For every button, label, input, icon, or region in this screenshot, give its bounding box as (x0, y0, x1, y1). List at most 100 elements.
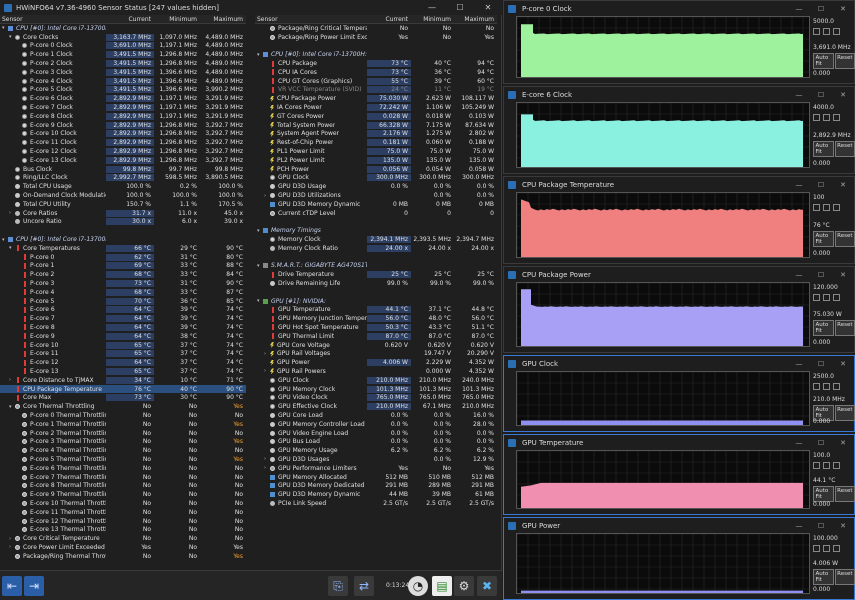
reset-button[interactable]: Reset (834, 569, 855, 586)
close-button[interactable]: ✕ (832, 522, 854, 530)
sensor-list-right[interactable]: Sensor Current Minimum Maximum Package/R… (255, 15, 497, 570)
expand-right-icon[interactable]: ⇥ (24, 576, 44, 596)
sensor-row[interactable]: GPU Memory Junction Temperature56.0 °C48… (255, 314, 497, 323)
sensor-row[interactable]: Drive Temperature 25 °C 25 °C 25 °C (255, 270, 497, 279)
reset-button[interactable]: Reset (834, 140, 855, 157)
sensor-row[interactable]: P-core 3 Thermal Throttling No No Yes (0, 437, 246, 446)
graph-window-e-core-6-clock[interactable]: E-core 6 Clock — ☐ ✕ 4000.0 2,892.9 MHz Auto F… (503, 86, 855, 174)
graph-tool-icon[interactable] (813, 28, 820, 35)
graph-window-cpu-package-temperature[interactable]: CPU Package Temperature — ☐ ✕ 100 76 °C Auto F… (503, 176, 855, 264)
graph-tool-icon[interactable] (813, 545, 820, 552)
sensor-row[interactable]: E-core 6 Thermal Throttling No No No (0, 464, 246, 473)
auto-fit-button[interactable]: Auto Fit (813, 230, 834, 247)
sensor-row[interactable]: › GPU D3D Utilizations 0.0 % 0.0 % (255, 191, 497, 200)
col-current[interactable]: Current (106, 16, 154, 23)
sensor-row[interactable]: P-core 0 Clock 3,691.0 MHz 1,197.1 MHz 4,48… (0, 42, 246, 51)
sensor-row[interactable]: E-core 7 Thermal Throttling No No No (0, 473, 246, 482)
reset-button[interactable]: Reset (834, 404, 855, 421)
sensor-row[interactable]: GPU Core Load 0.0 % 0.0 % 16.0 % (255, 411, 497, 420)
sensor-row[interactable]: P-core 3 Clock 3,491.5 MHz 1,396.6 MHz 4,48… (0, 68, 246, 77)
col-maximum[interactable]: Maximum (200, 16, 246, 23)
sensor-row[interactable]: PL2 Power Limit 135.0 W 135.0 W 135.0 W (255, 156, 497, 165)
sensor-row[interactable]: ▾ Core Thermal Throttling No No Yes (0, 402, 246, 411)
sensor-row[interactable]: GPU Memory Clock 101.3 MHz 101.3 MHz 101.3 … (255, 385, 497, 394)
graph-tool-icon[interactable] (823, 28, 830, 35)
sensor-row[interactable]: › GPU D3D Usages 0.0 % 12.9 % (255, 455, 497, 464)
sensor-row[interactable]: System Agent Power 2.176 W 1.275 W 2.802 W (255, 130, 497, 139)
sensor-row[interactable]: P-core 2 68 °C 33 °C 84 °C (0, 270, 246, 279)
collapse-left-icon[interactable]: ⇤ (2, 576, 22, 596)
sensor-row[interactable]: E-core 6 Clock 2,892.9 MHz 1,197.1 MHz 3,29… (0, 94, 246, 103)
sensor-group-header[interactable]: ▾CPU [#0]: Intel Core i7-13700H: Enha... (255, 50, 497, 59)
sensor-row[interactable]: CPU Package Temperature 76 °C 40 °C 90 °C (0, 384, 246, 394)
sensor-row[interactable]: E-core 9 Clock 2,892.9 MHz 1,296.8 MHz 3,29… (0, 121, 246, 130)
minimize-button[interactable]: — (788, 271, 810, 279)
maximize-button[interactable]: ☐ (810, 360, 832, 368)
sensor-row[interactable]: P-core 4 Thermal Throttling No No No (0, 446, 246, 455)
sensor-row[interactable]: ▾ Core Temperatures 66 °C 29 °C 90 °C (0, 244, 246, 253)
sensor-row[interactable]: GPU D3D Usage 0.0 % 0.0 % 0.0 % (255, 182, 497, 191)
minimize-button[interactable]: — (788, 5, 810, 13)
minimize-button[interactable]: — (788, 91, 810, 99)
graph-window-cpu-package-power[interactable]: CPU Package Power — ☐ ✕ 120.000 75.030 W Auto … (503, 266, 855, 353)
sensor-row[interactable]: E-core 13 Clock 2,892.9 MHz 1,296.8 MHz 3,2… (0, 156, 246, 165)
sensor-row[interactable]: E-core 11 Clock 2,892.9 MHz 1,296.8 MHz 3,2… (0, 138, 246, 147)
graph-tool-icon[interactable] (823, 462, 830, 469)
sensor-row[interactable]: GT Cores Power 0.028 W 0.018 W 0.103 W (255, 112, 497, 121)
sensor-row[interactable]: GPU Memory Allocated 512 MB 510 MB 512 MB (255, 473, 497, 482)
sensor-group-header[interactable]: ▾S.M.A.R.T.: GIGABYTE AG470S1TB-SI... (255, 262, 497, 271)
close-button[interactable]: ✕ (474, 0, 502, 15)
graph-tool-icon[interactable] (813, 462, 820, 469)
gear-icon[interactable]: ⚙ (454, 576, 474, 596)
sensor-row[interactable]: GPU Temperature 44.1 °C 37.1 °C 44.8 °C (255, 306, 497, 315)
sensor-row[interactable]: › Core Ratios 31.7 x 11.0 x 45.0 x (0, 209, 246, 218)
graph-tool-icon[interactable] (813, 294, 820, 301)
sensor-row[interactable]: E-core 12 64 °C 37 °C 74 °C (0, 358, 246, 367)
col-minimum[interactable]: Minimum (154, 16, 200, 23)
minimize-button[interactable]: — (418, 0, 446, 15)
sensor-row[interactable]: P-core 1 Clock 3,491.5 MHz 1,296.8 MHz 4,48… (0, 50, 246, 59)
graph-tool-icon[interactable] (823, 383, 830, 390)
sensor-row[interactable]: P-core 2 Clock 3,491.5 MHz 1,296.8 MHz 4,48… (0, 59, 246, 68)
sensor-group-header[interactable]: ▾ Memory Timings (255, 226, 497, 235)
sensor-row[interactable]: GPU Memory Usage 6.2 % 6.2 % 6.2 % (255, 446, 497, 455)
sensor-row[interactable]: GPU Video Engine Load 0.0 % 0.0 % 0.0 % (255, 429, 497, 438)
sensor-row[interactable]: E-core 10 Thermal Throttling No No No (0, 499, 246, 508)
sensor-row[interactable]: VR VCC Temperature (SVID) 24 °C 11 °C 19 °C (255, 86, 497, 95)
sensor-row[interactable]: Current cTDP Level 0 0 0 (255, 209, 497, 218)
sensor-row[interactable]: E-core 13 65 °C 37 °C 74 °C (0, 367, 246, 376)
close-button[interactable]: ✕ (832, 439, 854, 447)
minimize-button[interactable]: — (788, 181, 810, 189)
reset-button[interactable]: Reset (834, 485, 855, 502)
sensor-row[interactable]: E-core 8 Clock 2,892.9 MHz 1,197.1 MHz 3,29… (0, 112, 246, 121)
col-minimum[interactable]: Minimum (411, 16, 454, 23)
auto-fit-button[interactable]: Auto Fit (813, 569, 834, 586)
close-button[interactable]: ✕ (832, 91, 854, 99)
sensor-row[interactable]: › Core Distance to TjMAX 34 °C 10 °C 71 °C (0, 376, 246, 385)
graph-window-gpu-temperature[interactable]: GPU Temperature — ☐ ✕ 100.0 44.1 °C Auto Fit Re… (503, 434, 855, 515)
sensor-row[interactable]: P-core 4 68 °C 33 °C 87 °C (0, 288, 246, 297)
graph-tool-icon[interactable] (823, 114, 830, 121)
sensor-row[interactable]: Ring/LLC Clock 2,992.7 MHz 598.5 MHz 3,890.… (0, 174, 246, 183)
sensor-row[interactable]: Rest-of-Chip Power 0.181 W 0.060 W 0.188 W (255, 138, 497, 147)
sensor-row[interactable]: E-core 7 64 °C 39 °C 74 °C (0, 314, 246, 323)
sensor-row[interactable]: › GPU Rail Voltages 19.747 V 20.290 V (255, 349, 497, 358)
close-button[interactable]: ✕ (832, 181, 854, 189)
sensor-row[interactable]: IA Cores Power 72.242 W 1.106 W 105.249 W (255, 103, 497, 112)
sensor-row[interactable]: GPU Memory Controller Load 0.0 % 0.0 % 28.0… (255, 420, 497, 429)
sensor-row[interactable]: GPU Power 4.006 W 2.229 W 4.352 W (255, 358, 497, 367)
col-sensor[interactable]: Sensor (255, 16, 367, 23)
sensor-group-header[interactable]: ▾ CPU [#0]: Intel Core i7-13700H (0, 24, 246, 33)
sensor-row[interactable]: E-core 8 Thermal Throttling No No No (0, 481, 246, 490)
sensor-row[interactable]: E-core 12 Clock 2,892.9 MHz 1,296.8 MHz 3,2… (0, 147, 246, 156)
sensor-row[interactable]: P-core 3 73 °C 31 °C 90 °C (0, 279, 246, 288)
maximize-button[interactable]: ☐ (810, 5, 832, 13)
collapse-arrow-icon[interactable]: ▾ (9, 245, 15, 251)
graph-tool-icon[interactable] (823, 545, 830, 552)
sensor-row[interactable]: CPU GT Cores (Graphics) 55 °C 39 °C 60 °C (255, 77, 497, 86)
close-button[interactable]: ✕ (832, 271, 854, 279)
sensor-row[interactable]: GPU D3D Memory Dynamic 44 MB 39 MB 61 MB (255, 490, 497, 499)
graph-window-p-core-0-clock[interactable]: P-core 0 Clock — ☐ ✕ 5000.0 3,691.0 MHz Auto F… (503, 0, 855, 84)
sensor-row[interactable]: E-core 9 64 °C 38 °C 74 °C (0, 332, 246, 341)
sensor-row[interactable]: GPU Clock 210.0 MHz 210.0 MHz 240.0 MHz (255, 376, 497, 385)
